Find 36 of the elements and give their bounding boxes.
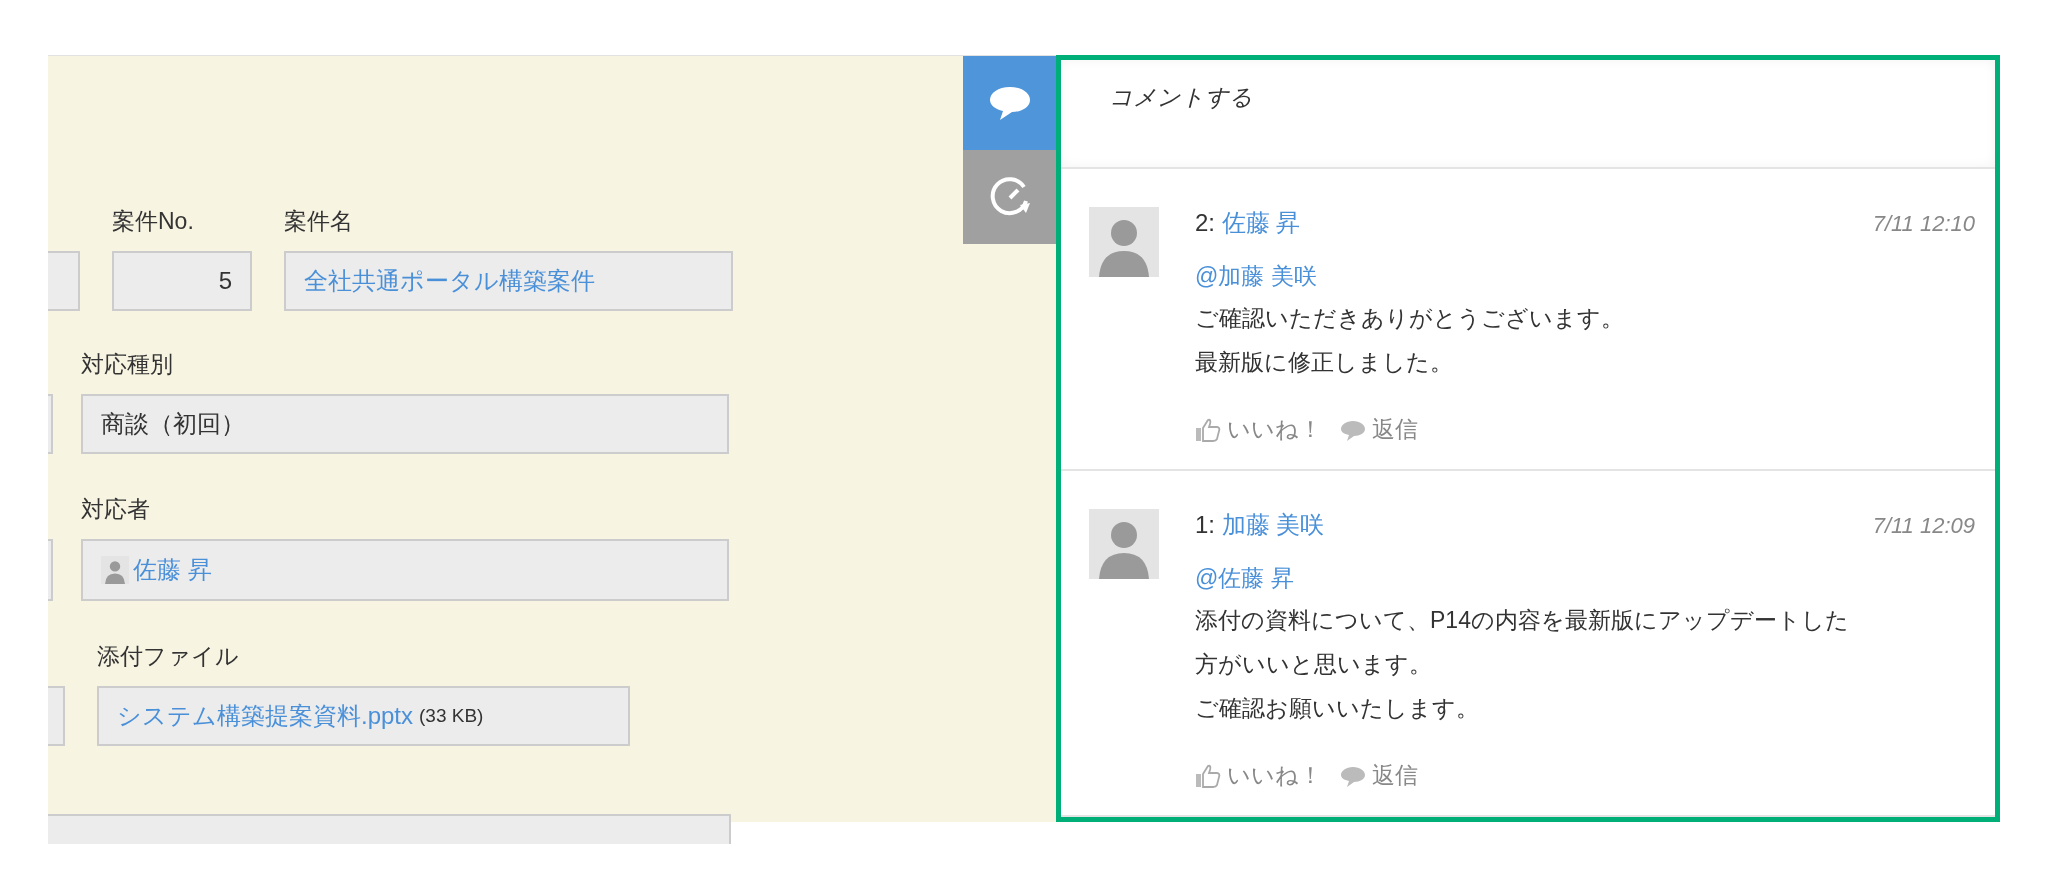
mention-link[interactable]: @加藤 美咲 — [1195, 261, 1317, 292]
assignee-link[interactable]: 佐藤 昇 — [133, 554, 212, 586]
comment-time: 7/11 12:10 — [1872, 211, 1975, 237]
file-size: (33 KB) — [419, 705, 484, 727]
comment-line: 添付の資料について、P14の内容を最新版にアップデートした — [1195, 606, 1849, 635]
mention-link[interactable]: @佐藤 昇 — [1195, 563, 1294, 594]
comment-line: ご確認いただきありがとうございます。 — [1195, 304, 1624, 333]
thumbs-up-icon — [1195, 762, 1221, 789]
case-number-field: 5 — [112, 251, 252, 311]
avatar-icon — [1089, 207, 1159, 277]
type-field: 商談（初回） — [81, 394, 729, 454]
author-link[interactable]: 加藤 美咲 — [1221, 509, 1325, 541]
reply-button[interactable]: 返信 — [1340, 760, 1418, 791]
field-label: 案件名 — [284, 207, 354, 236]
field-label: 添付ファイル — [97, 642, 240, 671]
author-link[interactable]: 佐藤 昇 — [1221, 207, 1301, 239]
thumbs-up-icon — [1195, 416, 1221, 443]
comment-field[interactable]: コメントする — [1061, 60, 1995, 169]
side-tab[interactable] — [963, 150, 1056, 244]
like-button[interactable]: いいね！ — [1195, 760, 1322, 791]
side-tab[interactable] — [963, 56, 1056, 150]
like-button[interactable]: いいね！ — [1195, 414, 1322, 445]
comment-number: 2: — [1195, 209, 1215, 237]
field-label: 対応者 — [81, 495, 151, 524]
comment-number: 1: — [1195, 511, 1215, 539]
comment-line: ご確認お願いいたします。 — [1195, 694, 1479, 723]
avatar-icon — [101, 556, 129, 584]
field-label: 案件No. — [112, 207, 195, 236]
comment-time: 7/11 12:09 — [1872, 513, 1975, 539]
comment-line: 最新版に修正しました。 — [1195, 348, 1453, 377]
field-label: 対応種別 — [81, 350, 174, 379]
avatar-icon — [1089, 509, 1159, 579]
reply-button[interactable]: 返信 — [1340, 414, 1418, 445]
comment-line: 方がいいと思います。 — [1195, 650, 1432, 679]
file-link[interactable]: システム構築提案資料.pptx — [117, 700, 414, 732]
case-name-link[interactable]: 全社共通ポータル構築案件 — [304, 265, 595, 297]
